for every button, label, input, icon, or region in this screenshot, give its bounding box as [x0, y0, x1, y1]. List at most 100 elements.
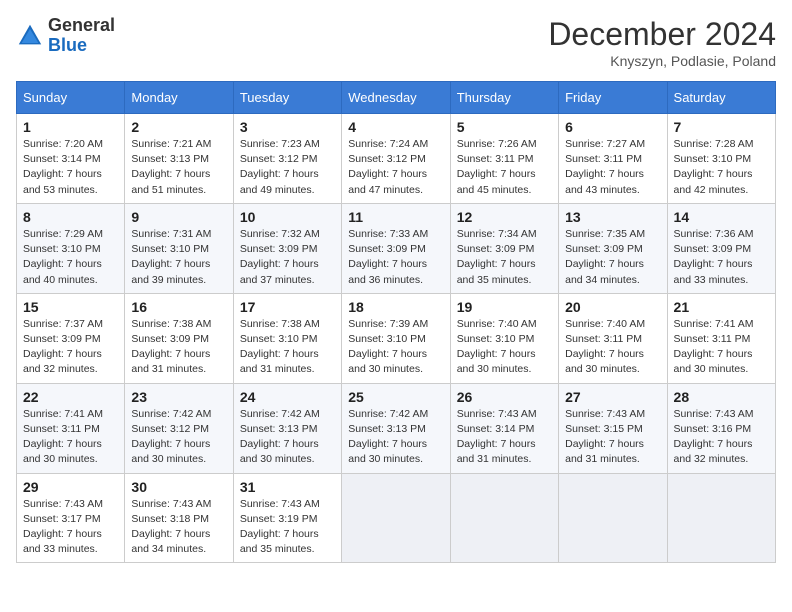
table-row: 11 Sunrise: 7:33 AM Sunset: 3:09 PM Dayl… [342, 203, 450, 293]
day-number: 11 [348, 209, 443, 225]
day-number: 6 [565, 119, 660, 135]
day-number: 23 [131, 389, 226, 405]
day-number: 12 [457, 209, 552, 225]
day-info: Sunrise: 7:37 AM Sunset: 3:09 PM Dayligh… [23, 317, 118, 378]
col-monday: Monday [125, 82, 233, 114]
table-row: 1 Sunrise: 7:20 AM Sunset: 3:14 PM Dayli… [17, 114, 125, 204]
logo-general: General [48, 15, 115, 35]
day-info: Sunrise: 7:41 AM Sunset: 3:11 PM Dayligh… [23, 407, 118, 468]
table-row: 7 Sunrise: 7:28 AM Sunset: 3:10 PM Dayli… [667, 114, 775, 204]
table-row: 20 Sunrise: 7:40 AM Sunset: 3:11 PM Dayl… [559, 293, 667, 383]
day-info: Sunrise: 7:29 AM Sunset: 3:10 PM Dayligh… [23, 227, 118, 288]
day-info: Sunrise: 7:26 AM Sunset: 3:11 PM Dayligh… [457, 137, 552, 198]
day-number: 26 [457, 389, 552, 405]
table-row: 15 Sunrise: 7:37 AM Sunset: 3:09 PM Dayl… [17, 293, 125, 383]
day-number: 5 [457, 119, 552, 135]
day-number: 3 [240, 119, 335, 135]
day-info: Sunrise: 7:35 AM Sunset: 3:09 PM Dayligh… [565, 227, 660, 288]
day-number: 18 [348, 299, 443, 315]
day-info: Sunrise: 7:38 AM Sunset: 3:09 PM Dayligh… [131, 317, 226, 378]
day-number: 22 [23, 389, 118, 405]
day-number: 1 [23, 119, 118, 135]
day-info: Sunrise: 7:38 AM Sunset: 3:10 PM Dayligh… [240, 317, 335, 378]
day-number: 31 [240, 479, 335, 495]
table-row: 17 Sunrise: 7:38 AM Sunset: 3:10 PM Dayl… [233, 293, 341, 383]
logo-icon [16, 22, 44, 50]
day-info: Sunrise: 7:28 AM Sunset: 3:10 PM Dayligh… [674, 137, 769, 198]
month-title: December 2024 [548, 16, 776, 53]
table-row: 8 Sunrise: 7:29 AM Sunset: 3:10 PM Dayli… [17, 203, 125, 293]
day-info: Sunrise: 7:20 AM Sunset: 3:14 PM Dayligh… [23, 137, 118, 198]
day-number: 21 [674, 299, 769, 315]
table-row [667, 473, 775, 563]
table-row: 14 Sunrise: 7:36 AM Sunset: 3:09 PM Dayl… [667, 203, 775, 293]
calendar-week-row: 8 Sunrise: 7:29 AM Sunset: 3:10 PM Dayli… [17, 203, 776, 293]
day-number: 17 [240, 299, 335, 315]
table-row: 19 Sunrise: 7:40 AM Sunset: 3:10 PM Dayl… [450, 293, 558, 383]
logo: General Blue [16, 16, 115, 56]
table-row: 27 Sunrise: 7:43 AM Sunset: 3:15 PM Dayl… [559, 383, 667, 473]
day-number: 15 [23, 299, 118, 315]
calendar-week-row: 1 Sunrise: 7:20 AM Sunset: 3:14 PM Dayli… [17, 114, 776, 204]
col-sunday: Sunday [17, 82, 125, 114]
col-wednesday: Wednesday [342, 82, 450, 114]
table-row: 26 Sunrise: 7:43 AM Sunset: 3:14 PM Dayl… [450, 383, 558, 473]
logo-blue: Blue [48, 35, 87, 55]
day-number: 7 [674, 119, 769, 135]
table-row: 23 Sunrise: 7:42 AM Sunset: 3:12 PM Dayl… [125, 383, 233, 473]
table-row: 5 Sunrise: 7:26 AM Sunset: 3:11 PM Dayli… [450, 114, 558, 204]
table-row: 22 Sunrise: 7:41 AM Sunset: 3:11 PM Dayl… [17, 383, 125, 473]
table-row: 24 Sunrise: 7:42 AM Sunset: 3:13 PM Dayl… [233, 383, 341, 473]
day-number: 27 [565, 389, 660, 405]
day-number: 10 [240, 209, 335, 225]
page-header: General Blue December 2024 Knyszyn, Podl… [16, 16, 776, 69]
col-thursday: Thursday [450, 82, 558, 114]
location: Knyszyn, Podlasie, Poland [548, 53, 776, 69]
day-info: Sunrise: 7:43 AM Sunset: 3:14 PM Dayligh… [457, 407, 552, 468]
day-number: 25 [348, 389, 443, 405]
day-info: Sunrise: 7:42 AM Sunset: 3:13 PM Dayligh… [240, 407, 335, 468]
table-row: 25 Sunrise: 7:42 AM Sunset: 3:13 PM Dayl… [342, 383, 450, 473]
day-info: Sunrise: 7:39 AM Sunset: 3:10 PM Dayligh… [348, 317, 443, 378]
day-info: Sunrise: 7:43 AM Sunset: 3:18 PM Dayligh… [131, 497, 226, 558]
table-row: 6 Sunrise: 7:27 AM Sunset: 3:11 PM Dayli… [559, 114, 667, 204]
col-tuesday: Tuesday [233, 82, 341, 114]
day-number: 20 [565, 299, 660, 315]
day-number: 28 [674, 389, 769, 405]
day-info: Sunrise: 7:21 AM Sunset: 3:13 PM Dayligh… [131, 137, 226, 198]
day-info: Sunrise: 7:40 AM Sunset: 3:10 PM Dayligh… [457, 317, 552, 378]
day-info: Sunrise: 7:40 AM Sunset: 3:11 PM Dayligh… [565, 317, 660, 378]
table-row: 18 Sunrise: 7:39 AM Sunset: 3:10 PM Dayl… [342, 293, 450, 383]
table-row [450, 473, 558, 563]
day-info: Sunrise: 7:42 AM Sunset: 3:12 PM Dayligh… [131, 407, 226, 468]
day-number: 13 [565, 209, 660, 225]
day-info: Sunrise: 7:27 AM Sunset: 3:11 PM Dayligh… [565, 137, 660, 198]
table-row: 29 Sunrise: 7:43 AM Sunset: 3:17 PM Dayl… [17, 473, 125, 563]
title-block: December 2024 Knyszyn, Podlasie, Poland [548, 16, 776, 69]
col-saturday: Saturday [667, 82, 775, 114]
table-row [559, 473, 667, 563]
day-number: 30 [131, 479, 226, 495]
day-info: Sunrise: 7:41 AM Sunset: 3:11 PM Dayligh… [674, 317, 769, 378]
table-row: 30 Sunrise: 7:43 AM Sunset: 3:18 PM Dayl… [125, 473, 233, 563]
calendar-body: 1 Sunrise: 7:20 AM Sunset: 3:14 PM Dayli… [17, 114, 776, 563]
day-info: Sunrise: 7:43 AM Sunset: 3:19 PM Dayligh… [240, 497, 335, 558]
calendar-table: Sunday Monday Tuesday Wednesday Thursday… [16, 81, 776, 563]
col-friday: Friday [559, 82, 667, 114]
day-info: Sunrise: 7:33 AM Sunset: 3:09 PM Dayligh… [348, 227, 443, 288]
table-row: 10 Sunrise: 7:32 AM Sunset: 3:09 PM Dayl… [233, 203, 341, 293]
day-info: Sunrise: 7:32 AM Sunset: 3:09 PM Dayligh… [240, 227, 335, 288]
day-info: Sunrise: 7:31 AM Sunset: 3:10 PM Dayligh… [131, 227, 226, 288]
calendar-week-row: 15 Sunrise: 7:37 AM Sunset: 3:09 PM Dayl… [17, 293, 776, 383]
days-of-week-row: Sunday Monday Tuesday Wednesday Thursday… [17, 82, 776, 114]
day-info: Sunrise: 7:36 AM Sunset: 3:09 PM Dayligh… [674, 227, 769, 288]
table-row [342, 473, 450, 563]
table-row: 21 Sunrise: 7:41 AM Sunset: 3:11 PM Dayl… [667, 293, 775, 383]
table-row: 3 Sunrise: 7:23 AM Sunset: 3:12 PM Dayli… [233, 114, 341, 204]
table-row: 16 Sunrise: 7:38 AM Sunset: 3:09 PM Dayl… [125, 293, 233, 383]
day-info: Sunrise: 7:43 AM Sunset: 3:15 PM Dayligh… [565, 407, 660, 468]
day-info: Sunrise: 7:34 AM Sunset: 3:09 PM Dayligh… [457, 227, 552, 288]
day-number: 4 [348, 119, 443, 135]
day-number: 24 [240, 389, 335, 405]
table-row: 9 Sunrise: 7:31 AM Sunset: 3:10 PM Dayli… [125, 203, 233, 293]
